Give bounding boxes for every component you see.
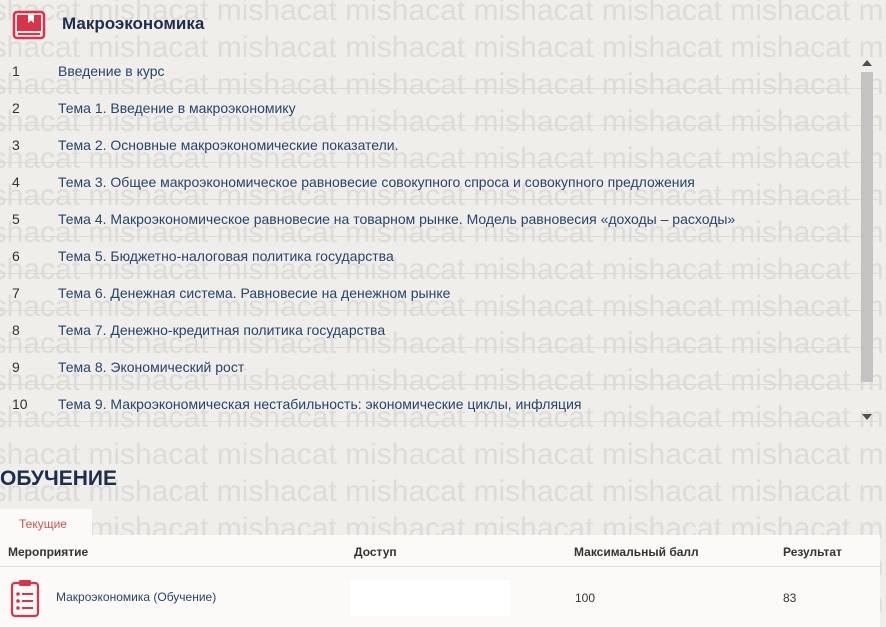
scroll-up-arrow-icon[interactable] — [862, 60, 872, 66]
list-item[interactable]: 1 Введение в курс — [0, 52, 878, 89]
list-item-number: 6 — [12, 248, 20, 264]
learning-table: Мероприятие Доступ Максимальный балл Рез… — [0, 535, 880, 627]
list-item[interactable]: 2 Тема 1. Введение в макроэкономику — [0, 89, 878, 126]
watermark-row: mishacat mishacat mishacat mishacat mish… — [0, 475, 886, 508]
scroll-down-arrow-icon[interactable] — [862, 414, 872, 420]
list-item-number: 7 — [12, 285, 20, 301]
event-link[interactable]: Макроэкономика (Обучение) — [56, 590, 216, 604]
book-icon — [12, 10, 46, 40]
list-item[interactable]: 9 Тема 8. Экономический рост — [0, 348, 878, 385]
clipboard-icon — [10, 580, 40, 618]
list-item-number: 3 — [12, 137, 20, 153]
topics-scrollbar[interactable] — [860, 58, 874, 422]
course-header: Макроэкономика — [0, 0, 886, 50]
list-item-link[interactable]: Тема 6. Денежная система. Равновесие на … — [58, 285, 450, 301]
list-item[interactable]: 7 Тема 6. Денежная система. Равновесие на… — [0, 274, 878, 311]
list-item-link[interactable]: Тема 5. Бюджетно-налоговая политика госу… — [58, 248, 394, 264]
list-item-link[interactable]: Тема 9. Макроэкономическая нестабильност… — [58, 396, 581, 412]
list-item[interactable]: 5 Тема 4. Макроэкономическое равновесие н… — [0, 200, 878, 237]
list-item-number: 2 — [12, 100, 20, 116]
header-divider — [0, 566, 880, 567]
tab-current[interactable]: Текущие — [0, 509, 92, 535]
column-header-event: Мероприятие — [8, 545, 89, 559]
list-item[interactable]: 8 Тема 7. Денежно-кредитная политика госу… — [0, 311, 878, 348]
list-item-number: 4 — [12, 174, 20, 190]
list-item[interactable]: 10 Тема 9. Макроэкономическая нестабильно… — [0, 385, 878, 422]
list-item-number: 5 — [12, 211, 20, 227]
course-title: Макроэкономика — [62, 14, 205, 33]
list-item-link[interactable]: Тема 7. Денежно-кредитная политика госуд… — [58, 322, 385, 338]
access-cell — [350, 580, 510, 616]
list-item-number: 8 — [12, 322, 20, 338]
section-title-learning: ОБУЧЕНИЕ — [0, 467, 117, 490]
list-item[interactable]: 3 Тема 2. Основные макроэкономические пок… — [0, 126, 878, 163]
list-item-number: 1 — [12, 63, 20, 79]
result-cell: 83 — [783, 591, 797, 605]
list-item-link[interactable]: Тема 4. Макроэкономическое равновесие на… — [58, 211, 735, 227]
list-item-number: 9 — [12, 359, 20, 375]
list-item-link[interactable]: Тема 1. Введение в макроэкономику — [58, 100, 296, 116]
list-item-link[interactable]: Тема 3. Общее макроэкономическое равнове… — [58, 174, 695, 190]
column-header-result: Результат — [783, 545, 842, 559]
list-item[interactable]: 4 Тема 3. Общее макроэкономическое равнов… — [0, 163, 878, 200]
max-score-cell: 100 — [575, 591, 596, 605]
list-item-number: 10 — [12, 396, 28, 412]
topics-list: 1 Введение в курс 2 Тема 1. Введение в макр… — [0, 52, 878, 422]
list-item-link[interactable]: Тема 8. Экономический рост — [58, 359, 244, 375]
column-header-access: Доступ — [354, 545, 397, 559]
scroll-thumb[interactable] — [861, 72, 873, 382]
column-header-max-score: Максимальный балл — [574, 545, 699, 559]
tab-current-label: Текущие — [19, 517, 67, 531]
list-item-link[interactable]: Тема 2. Основные макроэкономические пока… — [58, 137, 399, 153]
watermark-row: mishacat mishacat mishacat mishacat mish… — [0, 438, 886, 471]
list-item[interactable]: 6 Тема 5. Бюджетно-налоговая политика гос… — [0, 237, 878, 274]
list-item-link[interactable]: Введение в курс — [58, 63, 165, 79]
